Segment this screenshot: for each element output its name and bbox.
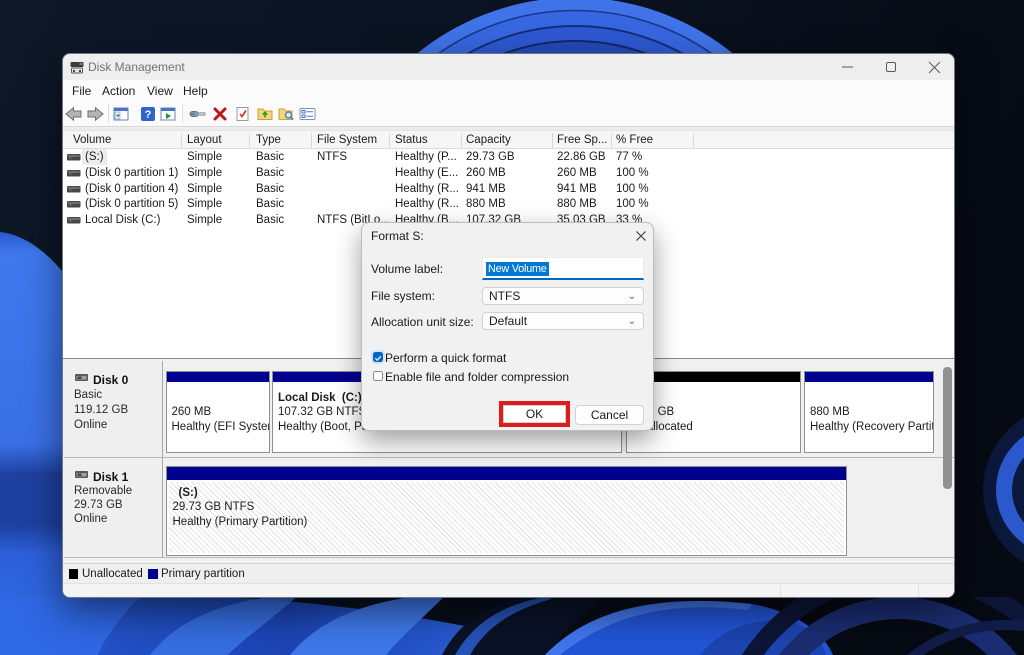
svg-text:?: ? xyxy=(145,109,152,121)
